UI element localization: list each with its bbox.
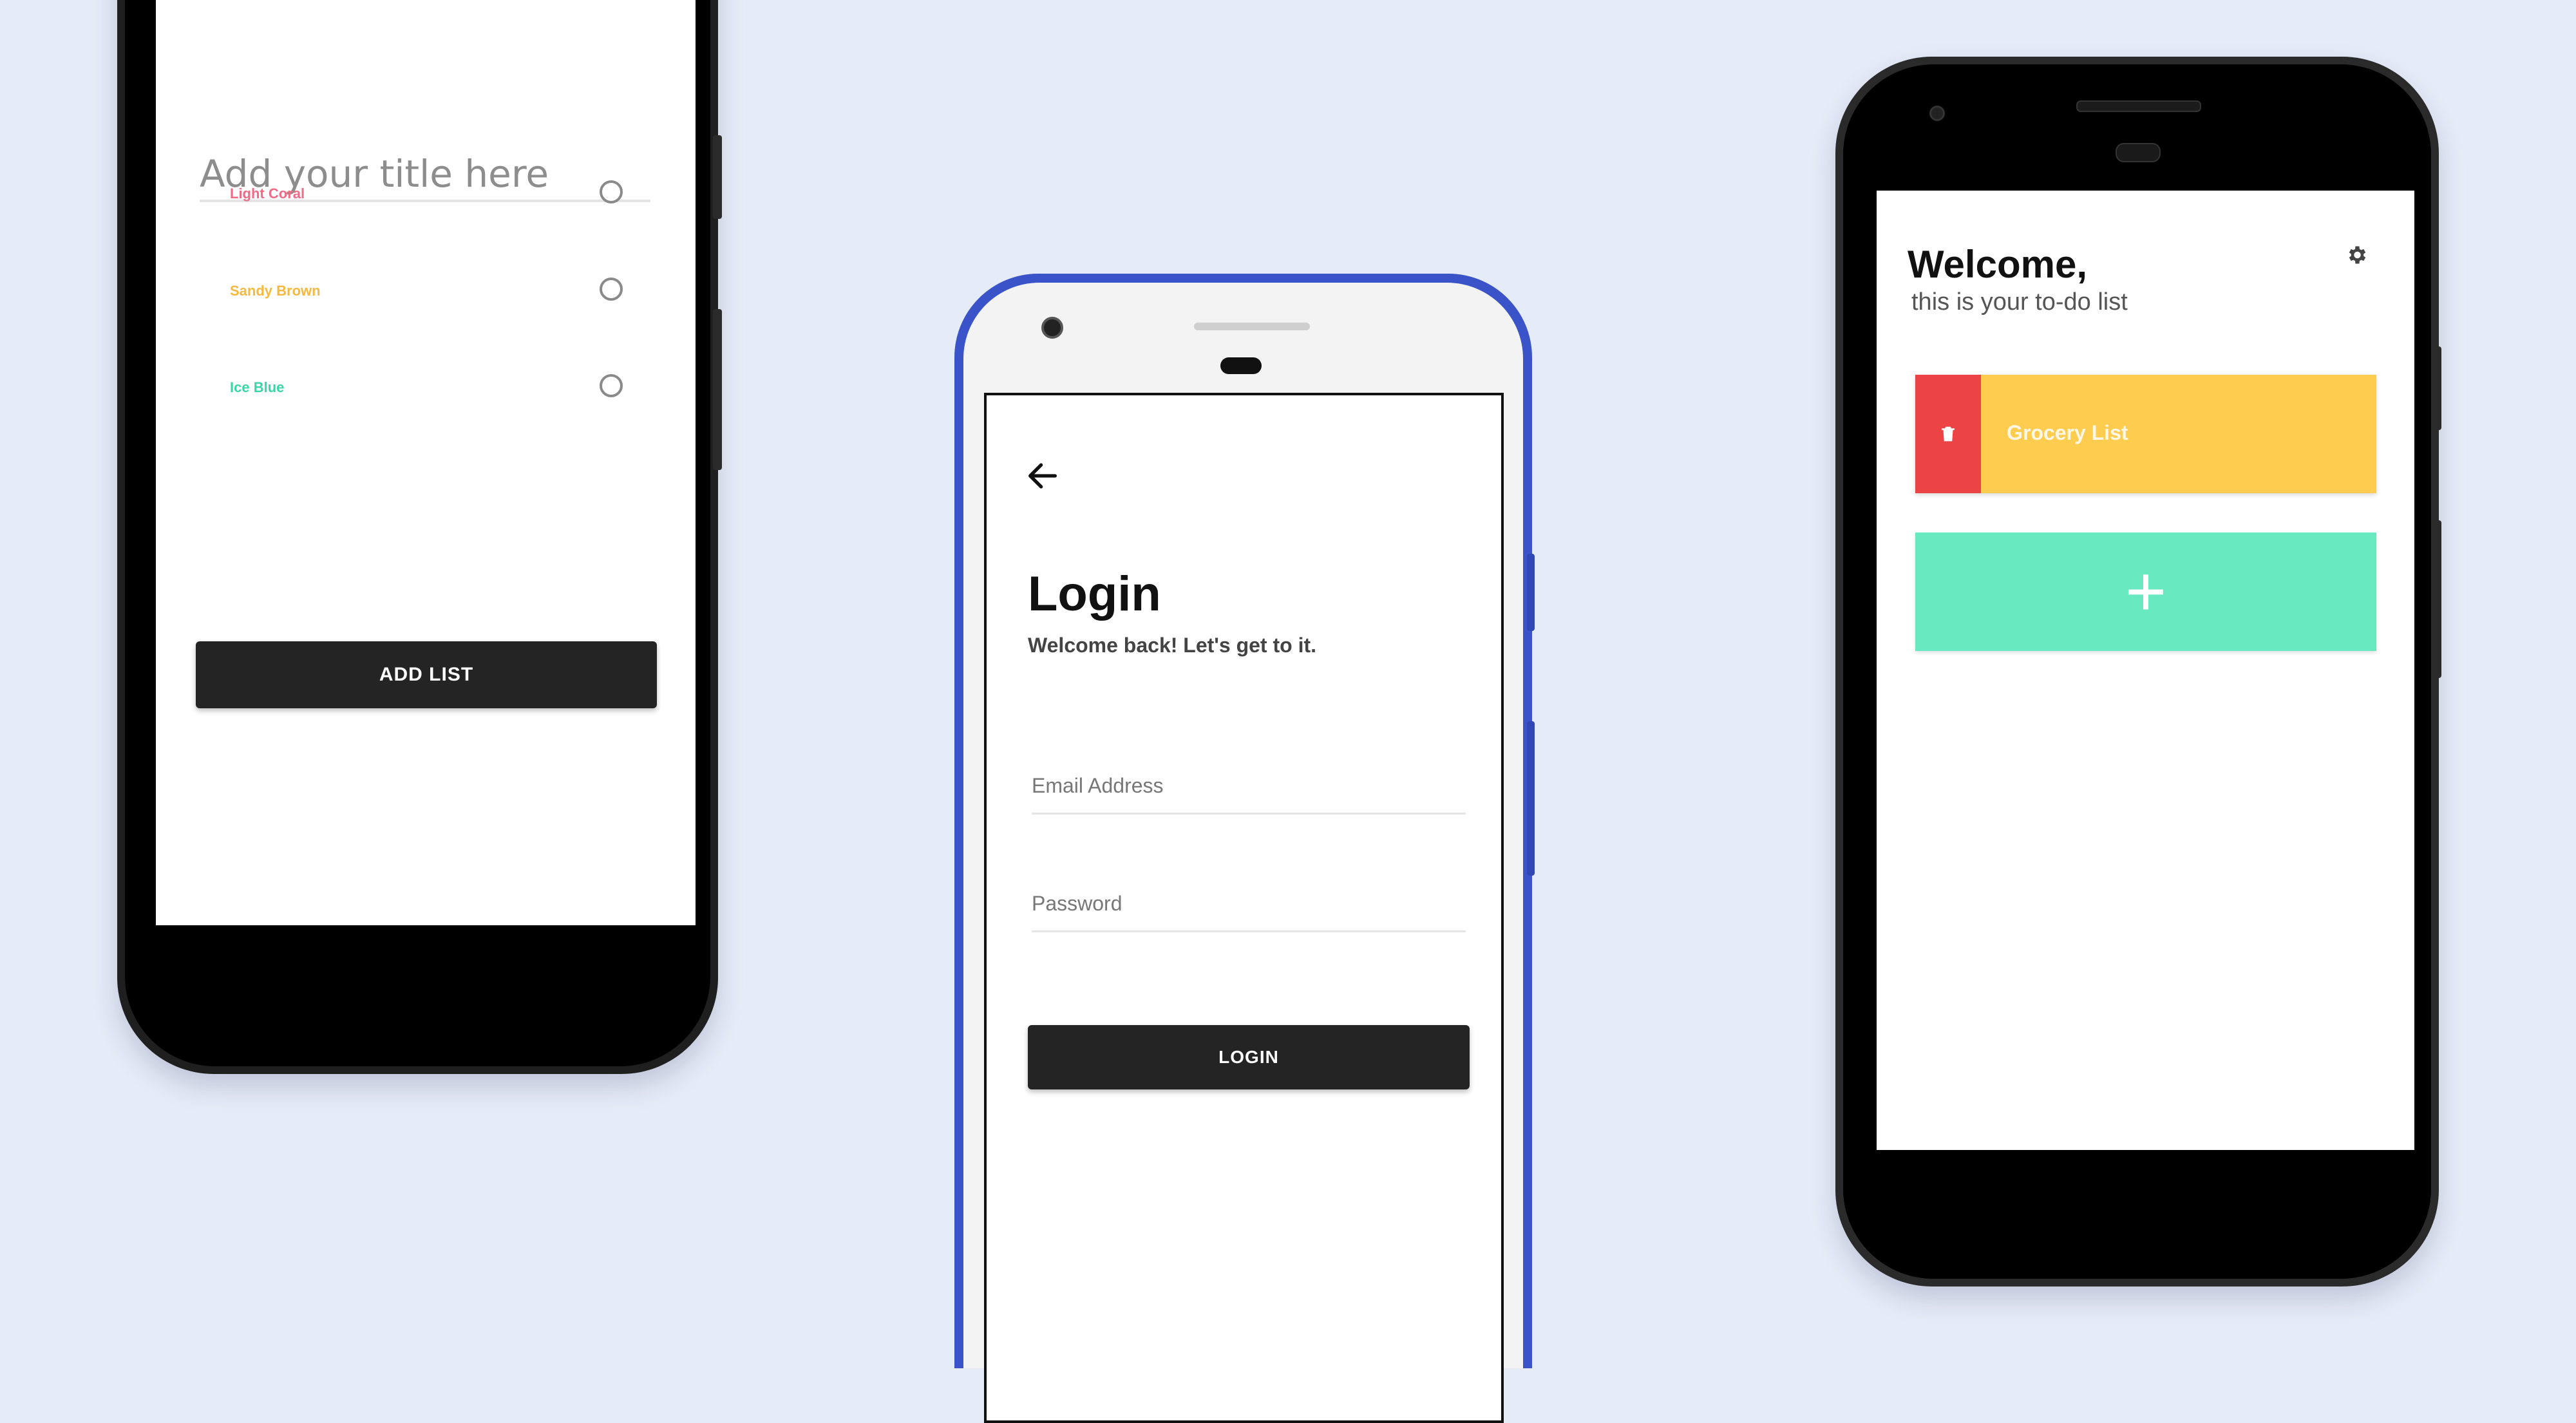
welcome-subtitle: this is your to-do list — [1911, 288, 2128, 316]
color-label: Light Coral — [230, 185, 305, 202]
speaker-grill — [1194, 323, 1310, 330]
phone-bezel: Welcome, this is your to-do list Grocery… — [1843, 64, 2431, 1279]
page-subtitle: Welcome back! Let's get to it. — [1028, 634, 1316, 657]
phone-volume-button — [1527, 721, 1535, 876]
add-list-button[interactable]: + — [1915, 532, 2376, 651]
color-label: Ice Blue — [230, 379, 285, 395]
sensor — [2116, 143, 2161, 162]
login-button[interactable]: LOGIN — [1028, 1025, 1470, 1089]
phone-bezel: Login Welcome back! Let's get to it. Ema… — [963, 283, 1523, 1423]
front-camera — [1929, 106, 1945, 121]
color-option-light-coral[interactable]: Light Coral — [230, 175, 623, 214]
delete-button[interactable] — [1915, 375, 1981, 493]
speaker-grill — [2076, 100, 2201, 112]
radio-button[interactable] — [600, 180, 623, 203]
phone-volume-button — [713, 309, 722, 470]
radio-button[interactable] — [600, 278, 623, 301]
login-screen: Login Welcome back! Let's get to it. Ema… — [984, 393, 1504, 1423]
phone-home: Welcome, this is your to-do list Grocery… — [1835, 57, 2441, 1286]
phone-side-button — [713, 135, 722, 219]
page-title: Login — [1028, 567, 1161, 621]
password-field[interactable]: Password — [1032, 892, 1466, 932]
list-card[interactable]: Grocery List — [1915, 375, 2376, 493]
arrow-left-icon[interactable] — [1024, 457, 1061, 495]
add-list-button[interactable]: ADD LIST — [196, 641, 657, 708]
gear-icon[interactable] — [2345, 243, 2368, 267]
color-label: Sandy Brown — [230, 283, 321, 299]
list-title: Grocery List — [2007, 421, 2128, 444]
front-camera — [1041, 317, 1063, 339]
color-option-ice-blue[interactable]: Ice Blue — [230, 369, 623, 408]
home-screen: Welcome, this is your to-do list Grocery… — [1877, 191, 2414, 1150]
trash-icon — [1942, 426, 1955, 442]
sensor — [1220, 357, 1262, 374]
phone-login: Login Welcome back! Let's get to it. Ema… — [954, 274, 1535, 1423]
welcome-heading: Welcome, — [1908, 243, 2087, 286]
phone-create-list: Light Coral Sandy Brown Ice Blue ADD LIS… — [117, 0, 722, 1074]
phone-bezel: Light Coral Sandy Brown Ice Blue ADD LIS… — [125, 0, 710, 1066]
email-field[interactable]: Email Address — [1032, 774, 1466, 815]
create-list-screen: Light Coral Sandy Brown Ice Blue ADD LIS… — [156, 0, 696, 925]
phone-side-button — [1527, 554, 1535, 631]
phone-side-button — [2434, 346, 2441, 430]
color-option-sandy-brown[interactable]: Sandy Brown — [230, 272, 623, 311]
radio-button[interactable] — [600, 374, 623, 397]
phone-volume-button — [2434, 520, 2441, 678]
